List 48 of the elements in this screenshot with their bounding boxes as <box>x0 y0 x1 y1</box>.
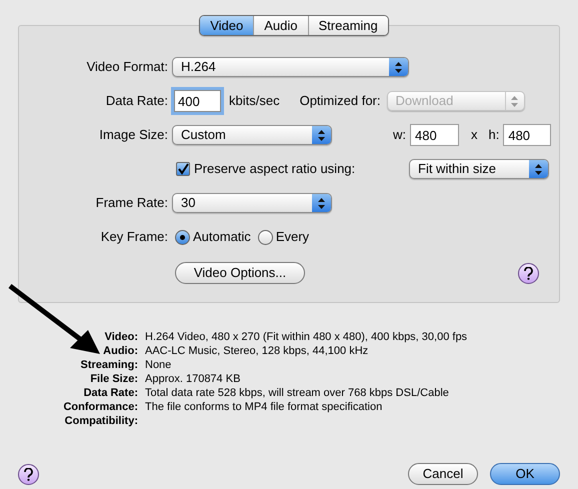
dropdown[interactable]: Fit within size <box>409 159 549 179</box>
data-rate-field[interactable]: 400 <box>174 90 221 112</box>
summary-label: File Size: <box>89 372 138 386</box>
dialog-button[interactable]: Cancel <box>408 463 478 485</box>
radio-label: Every <box>276 228 310 246</box>
field-label: w: <box>393 126 406 144</box>
checkbox-label: Preserve aspect ratio using: <box>194 160 356 178</box>
dropdown[interactable]: Custom <box>172 125 332 145</box>
radio-button[interactable] <box>175 230 190 244</box>
radio-label: Automatic <box>193 228 251 246</box>
summary-value: H.264 Video, 480 x 270 (Fit within 480 x 480), 400 kbps, 30,00 fps <box>145 330 468 344</box>
summary-value: Total data rate 528 kbps, will stream over 768 kbps DSL/Cable <box>145 386 449 400</box>
stepper-icon <box>529 160 548 178</box>
checkbox[interactable] <box>176 162 190 176</box>
tab[interactable]: Audio <box>253 16 308 35</box>
field-label: Video Format: <box>86 58 169 76</box>
summary-value: None <box>145 358 172 372</box>
dialog-button[interactable]: OK <box>490 463 560 485</box>
stepper-icon <box>312 126 331 144</box>
summary-label: Audio: <box>102 344 138 358</box>
summary-label: Streaming: <box>80 358 138 372</box>
field-label: Optimized for: <box>300 92 380 110</box>
field-label: h: <box>488 126 500 144</box>
radio-button[interactable] <box>258 230 273 244</box>
field-label: Key Frame: <box>100 228 169 246</box>
height-field[interactable]: 480 <box>503 124 552 146</box>
stepper-icon <box>312 194 331 212</box>
summary-label: Compatibility: <box>64 414 138 428</box>
unit-label: kbits/sec <box>229 92 280 110</box>
summary-value: AAC-LC Music, Stereo, 128 kbps, 44,100 kHz <box>145 344 368 358</box>
width-field[interactable]: 480 <box>410 124 459 146</box>
field-label: Frame Rate: <box>94 194 169 212</box>
help-icon[interactable] <box>18 464 39 484</box>
field-label: Data Rate: <box>104 92 169 110</box>
stepper-icon <box>389 58 408 76</box>
summary-label: Conformance: <box>62 400 138 414</box>
help-icon[interactable] <box>518 262 539 284</box>
video-options-button[interactable]: Video Options... <box>175 262 305 284</box>
summary-value: Approx. 170874 KB <box>145 372 240 386</box>
summary-label: Video: <box>104 330 138 344</box>
summary-value: The file conforms to MP4 file format specification <box>145 400 382 414</box>
summary-label: Data Rate: <box>82 386 138 400</box>
tab[interactable]: Streaming <box>308 16 388 35</box>
times-sign: x <box>471 126 478 144</box>
field-label: Image Size: <box>98 126 169 144</box>
tab[interactable]: Video <box>200 16 254 35</box>
dropdown[interactable]: H.264 <box>172 57 409 77</box>
dropdown[interactable]: 30 <box>172 193 332 213</box>
